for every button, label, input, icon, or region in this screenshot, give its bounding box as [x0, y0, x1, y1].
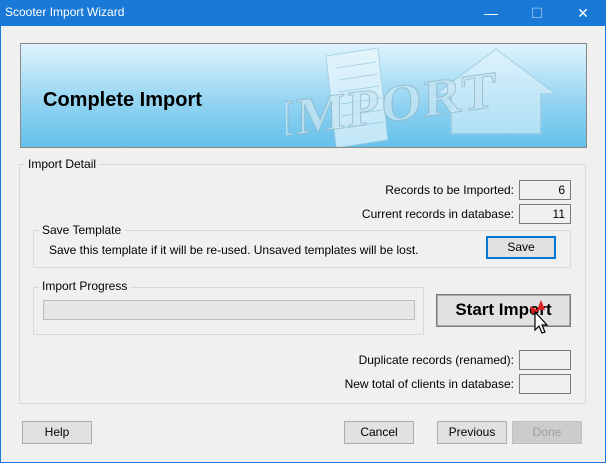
minimize-icon[interactable]: — — [468, 0, 514, 26]
current-records-value: 11 — [519, 204, 571, 224]
import-progress-label: Import Progress — [39, 279, 131, 293]
save-button[interactable]: Save — [486, 236, 556, 259]
banner-art-text: IMPORT — [286, 60, 498, 148]
records-to-import-label: Records to be Imported: — [385, 183, 514, 197]
cancel-button[interactable]: Cancel — [344, 421, 414, 444]
current-records-label: Current records in database: — [361, 207, 514, 221]
mouse-cursor-icon — [530, 300, 549, 334]
maximize-icon[interactable]: ☐ — [514, 0, 560, 26]
help-button[interactable]: Help — [22, 421, 92, 444]
duplicate-records-value — [519, 350, 571, 370]
new-total-label: New total of clients in database: — [344, 377, 514, 391]
records-to-import-value: 6 — [519, 180, 571, 200]
wizard-banner: Complete Import IMPORT — [20, 43, 587, 148]
title-bar: Scooter Import Wizard — ☐ ✕ — [0, 0, 606, 26]
import-detail-label: Import Detail — [25, 157, 100, 171]
save-template-label: Save Template — [39, 223, 125, 237]
import-progress-bar — [43, 300, 415, 320]
import-banner-art: IMPORT — [286, 47, 559, 148]
save-template-message: Save this template if it will be re-used… — [49, 243, 419, 257]
close-icon[interactable]: ✕ — [560, 0, 606, 26]
duplicate-records-label: Duplicate records (renamed): — [358, 353, 514, 367]
previous-button[interactable]: Previous — [437, 421, 507, 444]
banner-title: Complete Import — [43, 89, 202, 111]
done-button: Done — [512, 421, 582, 444]
window-title: Scooter Import Wizard — [5, 5, 125, 19]
new-total-value — [519, 374, 571, 394]
